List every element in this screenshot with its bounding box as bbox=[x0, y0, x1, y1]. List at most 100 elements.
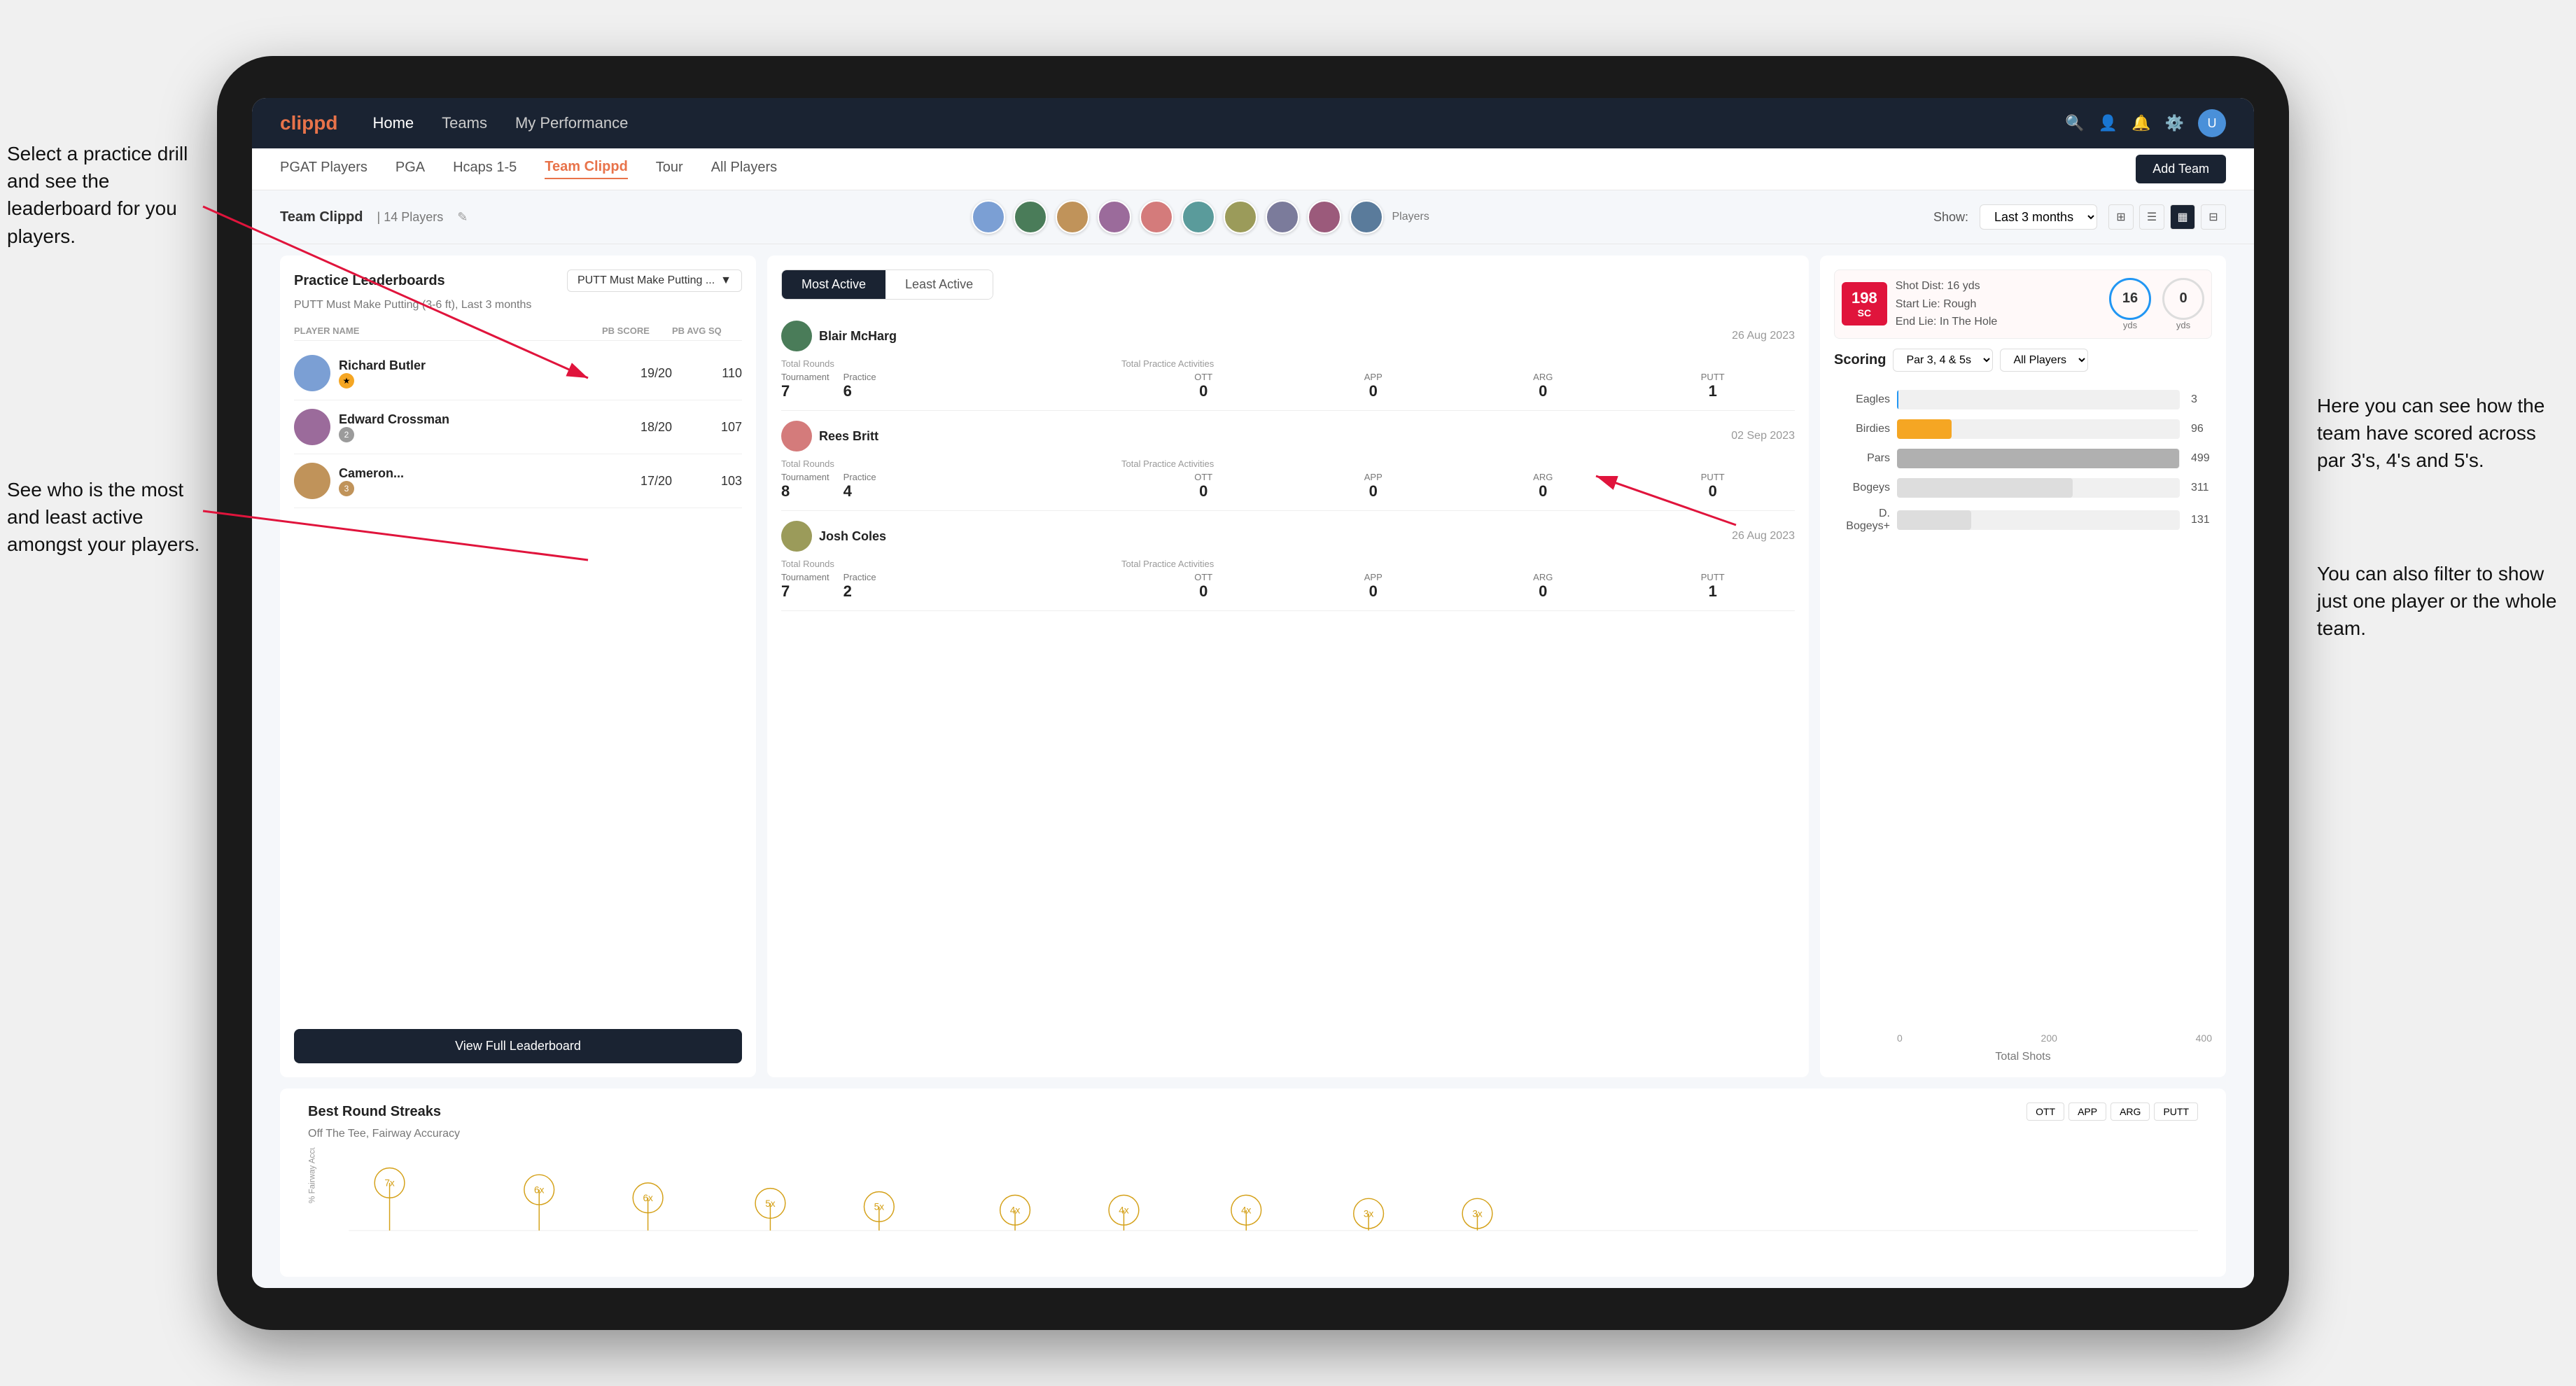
most-active-tab[interactable]: Most Active bbox=[782, 270, 886, 299]
player-avatar-6[interactable] bbox=[1182, 200, 1215, 234]
svg-text:3x: 3x bbox=[1364, 1208, 1374, 1219]
total-shots-label: Total Shots bbox=[1834, 1051, 2212, 1063]
search-icon[interactable]: 🔍 bbox=[2065, 114, 2084, 132]
subnav-pga[interactable]: PGA bbox=[396, 160, 425, 178]
subnav-right: Add Team bbox=[2136, 155, 2226, 183]
activity-avatar-2[interactable] bbox=[781, 421, 812, 451]
bar-value-birdies: 96 bbox=[2191, 423, 2212, 435]
shot-number: 198 SC bbox=[1842, 282, 1887, 326]
main-content: Team Clippd | 14 Players ✎ bbox=[252, 190, 2254, 1288]
subnav-hcaps[interactable]: Hcaps 1-5 bbox=[453, 160, 517, 178]
activity-player-info-3: Josh Coles bbox=[781, 521, 886, 552]
scoring-filter-par[interactable]: Par 3, 4 & 5s Par 3s only Par 4s only Pa… bbox=[1893, 349, 1993, 372]
activity-player-header-2: Rees Britt 02 Sep 2023 bbox=[781, 421, 1795, 451]
add-team-button[interactable]: Add Team bbox=[2136, 155, 2226, 183]
practice-activities-values-2: OTT 0 APP 0 ARG 0 bbox=[1121, 472, 1795, 500]
person-icon[interactable]: 👤 bbox=[2099, 114, 2118, 132]
bar-fill-eagles bbox=[1897, 390, 1898, 410]
subnav-pgat[interactable]: PGAT Players bbox=[280, 160, 368, 178]
player-avatar-8[interactable] bbox=[1266, 200, 1299, 234]
user-avatar[interactable]: U bbox=[2198, 109, 2226, 137]
filter-icon[interactable]: ⊟ bbox=[2201, 204, 2226, 230]
bell-icon[interactable]: 🔔 bbox=[2132, 114, 2150, 132]
least-active-tab[interactable]: Least Active bbox=[886, 270, 993, 299]
show-select[interactable]: Last 3 months Last 6 months Last year bbox=[1980, 204, 2097, 230]
shot-info: 198 SC Shot Dist: 16 yds Start Lie: Roug… bbox=[1834, 270, 2212, 339]
svg-text:3x: 3x bbox=[1472, 1208, 1483, 1219]
player-avatar-10[interactable] bbox=[1350, 200, 1383, 234]
streaks-subtitle: Off The Tee, Fairway Accuracy bbox=[308, 1128, 2198, 1140]
scoring-filter-players[interactable]: All Players bbox=[2000, 349, 2088, 372]
players-label: Players bbox=[1392, 211, 1429, 223]
total-rounds-group-3: Total Rounds Tournament 7 Practice 2 bbox=[781, 559, 1114, 601]
list-view-icon[interactable]: ☰ bbox=[2139, 204, 2164, 230]
activity-player-info-1: Blair McHarg bbox=[781, 321, 897, 351]
view-leaderboard-button[interactable]: View Full Leaderboard bbox=[294, 1029, 742, 1063]
annotation-bottom-left: See who is the most and least active amo… bbox=[7, 476, 203, 559]
scoring-card: 198 SC Shot Dist: 16 yds Start Lie: Roug… bbox=[1820, 255, 2226, 1077]
bronze-badge-3: 3 bbox=[339, 481, 354, 496]
bar-pars: Pars 499 bbox=[1834, 449, 2212, 468]
player-avatar-4[interactable] bbox=[1098, 200, 1131, 234]
practice-col-1: Practice 6 bbox=[844, 372, 876, 400]
putt-filter-btn[interactable]: PUTT bbox=[2154, 1102, 2198, 1121]
x-label-200: 200 bbox=[2041, 1032, 2057, 1044]
leaderboard-row-2[interactable]: Edward Crossman 2 18/20 107 bbox=[294, 400, 742, 454]
nav-teams[interactable]: Teams bbox=[442, 114, 487, 132]
shot-circle-2: 0 yds bbox=[2162, 278, 2204, 330]
practice-col-2: Practice 4 bbox=[844, 472, 876, 500]
player-avatar-9[interactable] bbox=[1308, 200, 1341, 234]
player-avatar-2[interactable] bbox=[1014, 200, 1047, 234]
bar-label-dbogeys: D. Bogeys+ bbox=[1834, 507, 1890, 533]
activity-avatar-1[interactable] bbox=[781, 321, 812, 351]
chart-x-axis: 0 200 400 bbox=[1834, 1028, 2212, 1048]
bar-value-bogeys: 311 bbox=[2191, 482, 2212, 494]
svg-text:4x: 4x bbox=[1241, 1205, 1252, 1216]
leaderboard-title: Practice Leaderboards bbox=[294, 273, 445, 289]
brand-logo: clippd bbox=[280, 112, 337, 134]
bar-track-dbogeys bbox=[1897, 510, 2180, 530]
settings-icon[interactable]: ⚙️ bbox=[2165, 114, 2184, 132]
score-2: 18/20 bbox=[602, 420, 672, 435]
stat-values-1: Tournament 7 Practice 6 bbox=[781, 372, 1114, 400]
scoring-title: Scoring bbox=[1834, 352, 1886, 368]
subnav-tour[interactable]: Tour bbox=[656, 160, 683, 178]
grid-view-icon[interactable]: ⊞ bbox=[2108, 204, 2134, 230]
leaderboard-row-3[interactable]: Cameron... 3 17/20 103 bbox=[294, 454, 742, 508]
arg-col-2: ARG 0 bbox=[1461, 472, 1625, 500]
leaderboard-dropdown[interactable]: PUTT Must Make Putting ... ▼ bbox=[567, 270, 742, 292]
player-avatar-1[interactable] bbox=[972, 200, 1005, 234]
activity-stats-2: Total Rounds Tournament 8 Practice 4 bbox=[781, 458, 1795, 500]
player-avatar-7[interactable] bbox=[1224, 200, 1257, 234]
shot-circle-1: 16 yds bbox=[2109, 278, 2151, 330]
nav-icons: 🔍 👤 🔔 ⚙️ U bbox=[2065, 109, 2226, 137]
ott-filter-btn[interactable]: OTT bbox=[2026, 1102, 2064, 1121]
streaks-filter-buttons: OTT APP ARG PUTT bbox=[2026, 1102, 2198, 1121]
shot-details: Shot Dist: 16 yds Start Lie: Rough End L… bbox=[1896, 277, 1998, 331]
player-avatar-5[interactable] bbox=[1140, 200, 1173, 234]
team-name: Team Clippd bbox=[280, 209, 363, 225]
bar-birdies: Birdies 96 bbox=[1834, 419, 2212, 439]
player-avatar-3[interactable] bbox=[1056, 200, 1089, 234]
activity-avatar-3[interactable] bbox=[781, 521, 812, 552]
score-3: 17/20 bbox=[602, 474, 672, 489]
nav-home[interactable]: Home bbox=[372, 114, 414, 132]
svg-text:6x: 6x bbox=[534, 1184, 545, 1195]
streaks-section: Best Round Streaks OTT APP ARG PUTT Off … bbox=[280, 1088, 2226, 1277]
putt-col-2: PUTT 0 bbox=[1631, 472, 1795, 500]
svg-text:4x: 4x bbox=[1010, 1205, 1021, 1216]
subnav-team-clippd[interactable]: Team Clippd bbox=[545, 159, 628, 179]
bar-dbogeys: D. Bogeys+ 131 bbox=[1834, 507, 2212, 533]
bar-eagles: Eagles 3 bbox=[1834, 390, 2212, 410]
bar-bogeys: Bogeys 311 bbox=[1834, 478, 2212, 498]
app-filter-btn[interactable]: APP bbox=[2068, 1102, 2106, 1121]
arg-filter-btn[interactable]: ARG bbox=[2110, 1102, 2150, 1121]
edit-icon[interactable]: ✎ bbox=[457, 210, 468, 225]
players-row: Players bbox=[972, 200, 1429, 234]
subnav-all-players[interactable]: All Players bbox=[711, 160, 777, 178]
show-label: Show: bbox=[1933, 210, 1968, 225]
card-view-icon[interactable]: ▦ bbox=[2170, 204, 2195, 230]
nav-my-performance[interactable]: My Performance bbox=[515, 114, 628, 132]
leaderboard-row-1[interactable]: Richard Butler ★ 19/20 110 bbox=[294, 346, 742, 400]
chevron-down-icon: ▼ bbox=[720, 274, 732, 287]
